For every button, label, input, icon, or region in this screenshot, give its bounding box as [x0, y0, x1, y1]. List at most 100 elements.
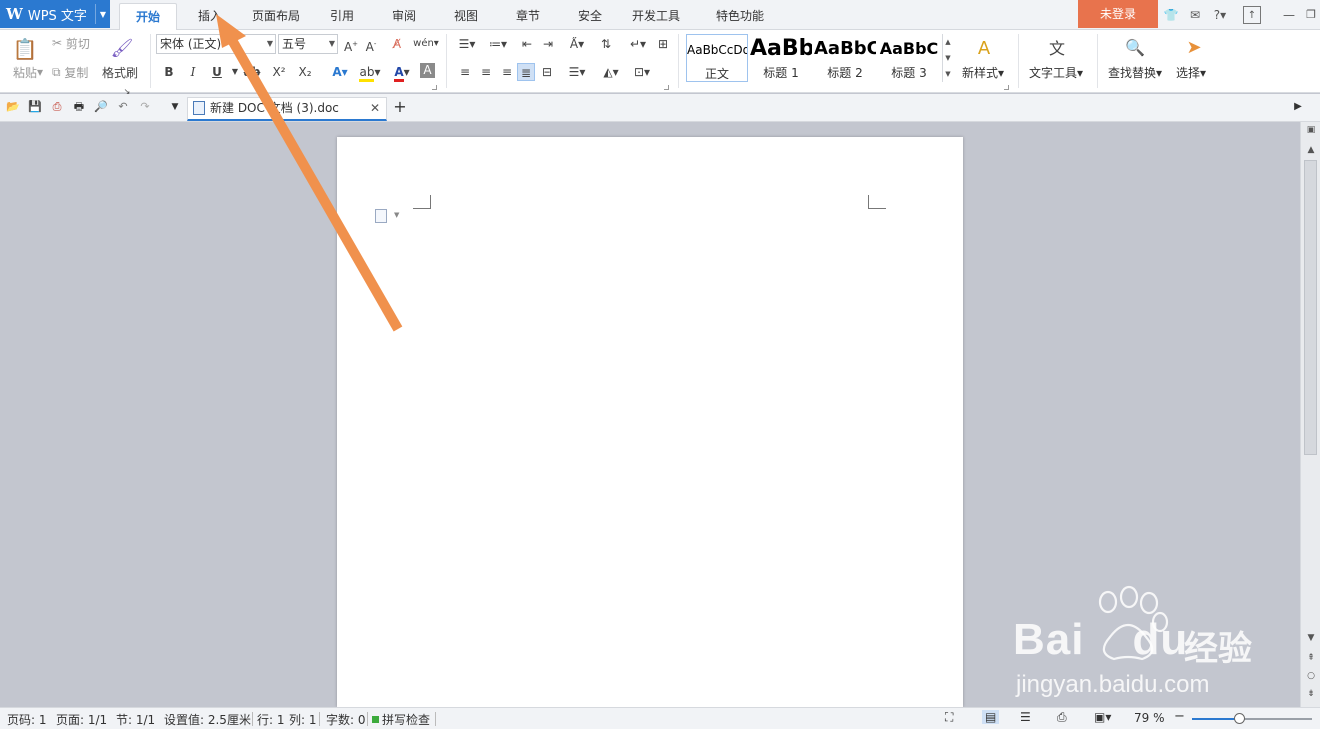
chinese-layout-icon[interactable]: A̋▾: [563, 35, 591, 53]
bold-button[interactable]: B: [160, 63, 178, 81]
scrollbar-thumb[interactable]: [1304, 160, 1317, 455]
font-size-combo[interactable]: 五号 ▼: [278, 34, 338, 54]
save-icon[interactable]: 💾: [27, 99, 43, 115]
reading-mode-icon[interactable]: ▣▾: [1094, 710, 1111, 724]
distribute-icon[interactable]: ⊟: [538, 63, 556, 81]
export-pdf-icon[interactable]: ⎙: [49, 99, 65, 115]
zoom-slider-knob[interactable]: [1234, 713, 1245, 724]
cut-button[interactable]: ✂ 剪切: [52, 35, 90, 51]
align-left-icon[interactable]: ≡: [456, 63, 474, 81]
zoom-slider[interactable]: [1192, 713, 1312, 724]
strikethrough-button[interactable]: ab: [243, 63, 261, 81]
underline-button[interactable]: U: [208, 63, 226, 81]
select-button[interactable]: 选择▾: [1176, 64, 1206, 81]
new-style-button[interactable]: 新样式▾: [962, 64, 1004, 81]
tab-chapter[interactable]: 章节: [504, 3, 552, 30]
table-icon[interactable]: ⊞: [654, 35, 672, 53]
cursor-icon[interactable]: ➤: [1183, 35, 1205, 59]
char-shading-icon[interactable]: A: [420, 63, 435, 78]
chat-icon[interactable]: ✉: [1186, 6, 1204, 24]
prev-page-icon[interactable]: ⇞: [1304, 652, 1318, 664]
collapse-ribbon-icon[interactable]: ↑: [1243, 6, 1261, 24]
chevron-down-icon[interactable]: ▼: [226, 63, 244, 81]
vertical-scrollbar[interactable]: ▣ ▲ ▼ ⇞ ○ ⇟: [1300, 122, 1320, 707]
paragraph-layout-icon[interactable]: [375, 209, 387, 223]
format-painter-button[interactable]: 格式刷: [102, 64, 138, 80]
sort-icon[interactable]: ⇅: [597, 35, 615, 53]
undo-icon[interactable]: ↶: [115, 99, 131, 115]
grow-font-icon[interactable]: A+: [342, 35, 360, 54]
find-replace-button[interactable]: 查找替换▾: [1108, 64, 1162, 81]
borders-icon[interactable]: ⊡▾: [628, 63, 656, 81]
tab-page-layout[interactable]: 页面布局: [244, 3, 308, 30]
tab-insert[interactable]: 插入: [185, 3, 235, 30]
styles-scroll[interactable]: ▲ ▼ ▼: [942, 34, 953, 82]
chevron-down-icon[interactable]: ▼: [100, 10, 106, 19]
new-style-icon[interactable]: A: [970, 36, 998, 60]
open-icon[interactable]: 📂: [5, 99, 21, 115]
outline-view-icon[interactable]: ☰: [1020, 710, 1031, 724]
pinyin-guide-icon[interactable]: wén▾: [412, 35, 440, 53]
highlight-icon[interactable]: ab▾: [356, 63, 384, 82]
document-tab[interactable]: 新建 DOC 文档 (3).doc ✕: [187, 97, 387, 121]
text-tools-button[interactable]: 文字工具▾: [1029, 64, 1083, 81]
style-heading-2[interactable]: AaBbC 标题 2: [814, 34, 876, 82]
print-preview-icon[interactable]: 🔎: [93, 99, 109, 115]
clear-format-icon[interactable]: A̸: [388, 35, 406, 53]
align-center-icon[interactable]: ≡: [477, 63, 495, 81]
tab-view[interactable]: 视图: [442, 3, 490, 30]
scroll-up-icon[interactable]: ▲: [1304, 144, 1318, 156]
zoom-percent[interactable]: 79 %: [1134, 711, 1165, 725]
document-page[interactable]: ▼: [337, 137, 963, 707]
skin-icon[interactable]: 👕: [1162, 6, 1180, 24]
spell-check-button[interactable]: 拼写检查: [372, 711, 430, 728]
paste-button[interactable]: 粘贴 ▾: [8, 64, 48, 80]
styles-launcher-icon[interactable]: [1004, 85, 1009, 90]
style-heading-1[interactable]: AaBb 标题 1: [750, 34, 812, 82]
help-icon[interactable]: ?▾: [1208, 6, 1232, 24]
text-tools-icon[interactable]: 文: [1044, 35, 1070, 59]
minimize-icon[interactable]: —: [1280, 6, 1298, 24]
superscript-button[interactable]: X²: [270, 63, 288, 81]
decrease-indent-icon[interactable]: ⇤: [518, 35, 536, 53]
paste-icon[interactable]: 📋: [12, 36, 38, 62]
zoom-out-icon[interactable]: −: [1174, 709, 1185, 724]
next-page-icon[interactable]: ⇟: [1304, 688, 1318, 700]
page-view-icon[interactable]: ▤: [982, 710, 1000, 724]
tab-review[interactable]: 审阅: [380, 3, 428, 30]
customize-quick-access-icon[interactable]: ▼: [167, 99, 183, 115]
line-spacing-icon[interactable]: ☰▾: [563, 63, 591, 81]
font-color-button[interactable]: A▾: [388, 63, 416, 82]
increase-indent-icon[interactable]: ⇥: [539, 35, 557, 53]
paragraph-launcher-icon[interactable]: [664, 85, 669, 90]
browse-object-icon[interactable]: ○: [1304, 670, 1318, 682]
close-icon[interactable]: ✕: [370, 98, 380, 118]
subscript-button[interactable]: X₂: [296, 63, 314, 81]
copy-button[interactable]: ⧉ 复制: [52, 64, 88, 80]
restore-icon[interactable]: ❐: [1302, 6, 1320, 24]
web-view-icon[interactable]: ⎙: [1057, 710, 1067, 725]
tab-security[interactable]: 安全: [566, 3, 614, 30]
chevron-down-icon[interactable]: ▼: [394, 211, 399, 219]
italic-button[interactable]: I: [184, 63, 202, 81]
redo-icon[interactable]: ↷: [137, 99, 153, 115]
tab-special-features[interactable]: 特色功能: [698, 3, 782, 30]
bullet-list-icon[interactable]: ☰▾: [453, 35, 481, 53]
tab-developer[interactable]: 开发工具: [626, 3, 686, 30]
shading-icon[interactable]: ◭▾: [597, 63, 625, 81]
find-replace-icon[interactable]: 🔍: [1122, 35, 1148, 59]
shrink-font-icon[interactable]: A-: [362, 35, 380, 54]
numbered-list-icon[interactable]: ≔▾: [484, 35, 512, 53]
font-name-combo[interactable]: 宋体 (正文) ▼: [156, 34, 276, 54]
scroll-down-icon[interactable]: ▼: [1304, 632, 1318, 644]
full-screen-icon[interactable]: ⛶: [945, 710, 953, 725]
style-heading-3[interactable]: AaBbC 标题 3: [878, 34, 940, 82]
new-tab-icon[interactable]: +: [392, 99, 408, 115]
sidebar-toggle-icon[interactable]: ▶: [1290, 99, 1306, 115]
format-painter-icon[interactable]: 🖌: [110, 36, 134, 60]
show-marks-icon[interactable]: ↵▾: [624, 35, 652, 53]
status-word-count[interactable]: 字数: 0: [326, 711, 366, 728]
print-icon[interactable]: 🖶: [71, 99, 87, 115]
font-launcher-icon[interactable]: [432, 85, 437, 90]
scrollbar-options-icon[interactable]: ▣: [1304, 124, 1318, 136]
